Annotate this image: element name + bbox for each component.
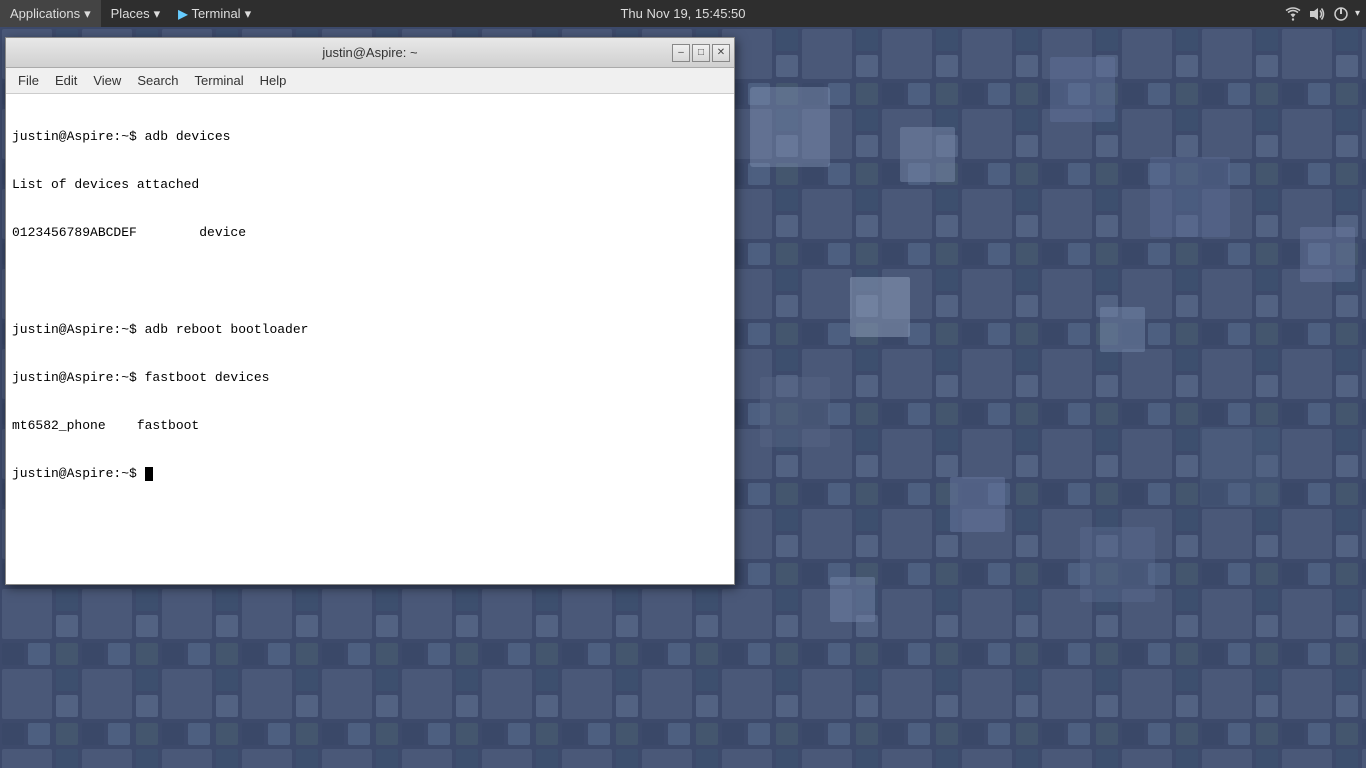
terminal-line-3: 0123456789ABCDEF device <box>12 224 728 242</box>
places-menu[interactable]: Places ▾ <box>101 0 171 27</box>
terminal-taskbar-arrow-icon: ▾ <box>245 6 252 22</box>
terminal-cursor <box>145 467 153 481</box>
terminal-line-7: mt6582_phone fastboot <box>12 417 728 435</box>
terminal-title: justin@Aspire: ~ <box>322 45 417 60</box>
menu-file[interactable]: File <box>10 68 47 94</box>
terminal-titlebar[interactable]: justin@Aspire: ~ – □ ✕ <box>6 38 734 68</box>
places-arrow-icon: ▾ <box>154 6 161 22</box>
menu-help[interactable]: Help <box>252 68 295 94</box>
power-icon[interactable] <box>1331 4 1351 24</box>
menu-search[interactable]: Search <box>129 68 186 94</box>
taskbar-right: ▾ <box>1283 0 1366 27</box>
menu-view[interactable]: View <box>85 68 129 94</box>
terminal-menubar: File Edit View Search Terminal Help <box>6 68 734 94</box>
terminal-line-6: justin@Aspire:~$ fastboot devices <box>12 369 728 387</box>
terminal-taskbar-icon: ▶ <box>178 7 187 21</box>
terminal-line-5: justin@Aspire:~$ adb reboot bootloader <box>12 321 728 339</box>
terminal-line-1: justin@Aspire:~$ adb devices <box>12 128 728 146</box>
terminal-window: justin@Aspire: ~ – □ ✕ File Edit View Se… <box>5 37 735 585</box>
clock: Thu Nov 19, 15:45:50 <box>620 6 745 21</box>
terminal-line-8: justin@Aspire:~$ <box>12 465 728 483</box>
applications-arrow-icon: ▾ <box>84 6 91 22</box>
applications-label: Applications <box>10 6 80 21</box>
terminal-content[interactable]: justin@Aspire:~$ adb devices List of dev… <box>6 94 734 584</box>
terminal-taskbar-item[interactable]: ▶ Terminal ▾ <box>170 0 259 27</box>
volume-icon[interactable] <box>1307 4 1327 24</box>
places-label: Places <box>111 6 150 21</box>
desktop: Applications ▾ Places ▾ ▶ Terminal ▾ Thu… <box>0 0 1366 768</box>
power-arrow-icon: ▾ <box>1355 8 1360 19</box>
maximize-button[interactable]: □ <box>692 44 710 62</box>
menu-edit[interactable]: Edit <box>47 68 85 94</box>
minimize-button[interactable]: – <box>672 44 690 62</box>
terminal-line-4 <box>12 273 728 291</box>
terminal-line-2: List of devices attached <box>12 176 728 194</box>
menu-terminal[interactable]: Terminal <box>187 68 252 94</box>
wifi-icon[interactable] <box>1283 4 1303 24</box>
taskbar-left: Applications ▾ Places ▾ ▶ Terminal ▾ <box>0 0 259 27</box>
window-controls: – □ ✕ <box>672 44 730 62</box>
close-button[interactable]: ✕ <box>712 44 730 62</box>
taskbar: Applications ▾ Places ▾ ▶ Terminal ▾ Thu… <box>0 0 1366 27</box>
terminal-taskbar-label: Terminal <box>191 6 240 21</box>
applications-menu[interactable]: Applications ▾ <box>0 0 101 27</box>
